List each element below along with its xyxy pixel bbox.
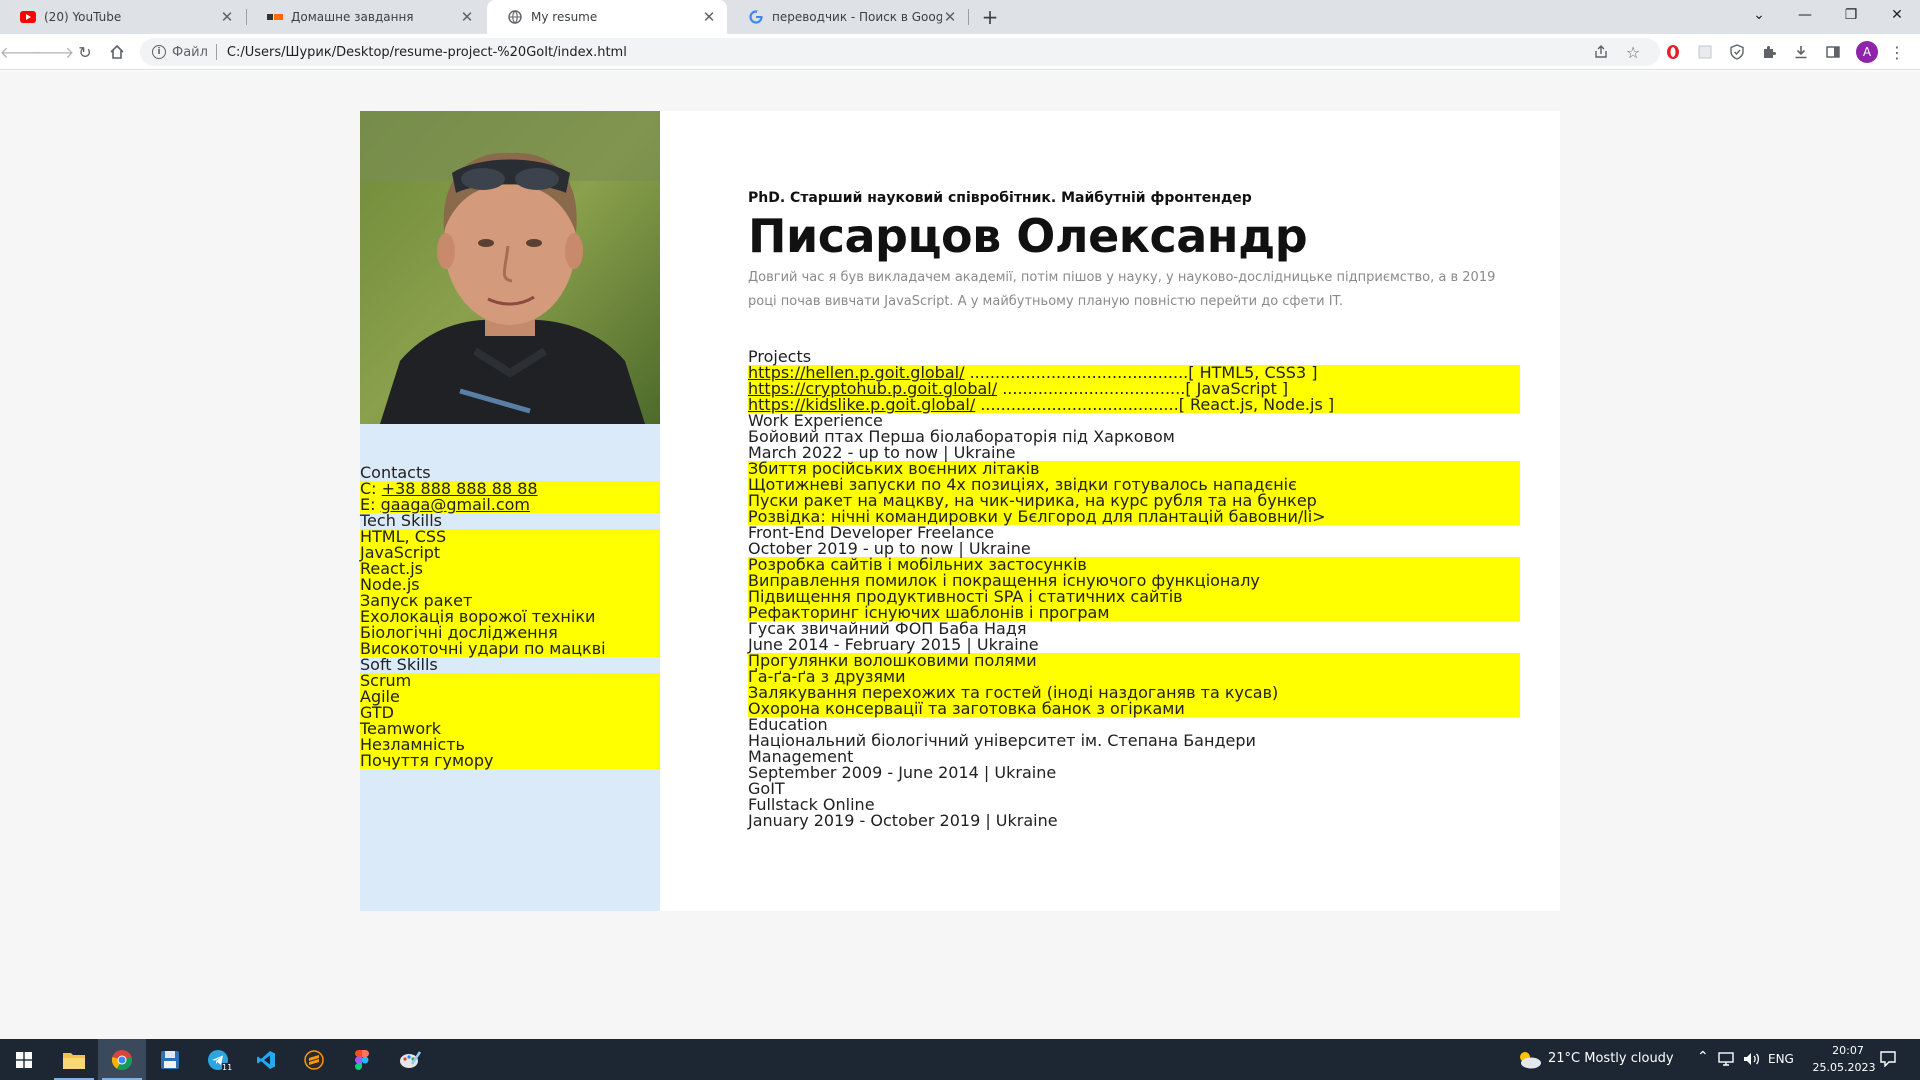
sublime-text-icon[interactable]	[290, 1039, 338, 1080]
close-icon[interactable]: ✕	[219, 9, 235, 25]
bookmark-star-icon[interactable]: ☆	[1621, 40, 1645, 64]
projects-list: https://hellen.p.goit.global/ ..........…	[748, 365, 1520, 413]
tab-youtube[interactable]: (20) YouTube ✕	[0, 0, 245, 34]
job-duties: Прогулянки волошковими полями Ґа-ґа-ґа з…	[748, 653, 1520, 717]
tab-title: (20) YouTube	[44, 10, 122, 24]
chrome-icon[interactable]	[98, 1039, 146, 1080]
education-period: January 2019 - October 2019 | Ukraine	[748, 811, 1058, 830]
new-tab-button[interactable]: +	[978, 5, 1002, 29]
page-viewport: Contacts C: +38 888 888 88 88 E: gaaga@g…	[0, 71, 1920, 1039]
tab-search-icon[interactable]: ⌄	[1736, 0, 1782, 30]
close-icon[interactable]: ✕	[701, 9, 717, 25]
tab-title: переводчик - Поиск в Google	[772, 10, 942, 24]
contacts-list: C: +38 888 888 88 88 E: gaaga@gmail.com	[360, 481, 660, 513]
file-scheme-label: Файл	[172, 44, 208, 60]
weather-text[interactable]: 21°C Mostly cloudy	[1548, 1051, 1674, 1066]
shield-icon[interactable]	[1725, 40, 1749, 64]
windows-start-icon[interactable]	[0, 1039, 48, 1080]
url-text[interactable]: C:/Users/Шурик/Desktop/resume-project-%2…	[227, 45, 627, 60]
job-duties: Збиття російських воєнних літаків Щотижн…	[748, 461, 1520, 525]
tab-title: My resume	[531, 10, 598, 24]
project-tech: [ React.js, Node.js ]	[1178, 395, 1335, 414]
extension-placeholder-icon[interactable]	[1693, 40, 1717, 64]
info-icon[interactable]: i	[152, 45, 166, 59]
person-name: Писарцов Олександр	[748, 209, 1308, 263]
clock-date[interactable]: 25.05.2023	[1804, 1061, 1884, 1074]
restore-button[interactable]: ❐	[1828, 0, 1874, 30]
soft-skill-item: Почуття гумору	[360, 751, 494, 770]
close-icon[interactable]: ✕	[942, 9, 958, 25]
browser-menu-icon[interactable]: ⋮	[1885, 40, 1909, 64]
address-bar[interactable]: i Файл C:/Users/Шурик/Desktop/resume-pro…	[140, 38, 1660, 66]
soft-skills-list: Scrum Agile GTD Teamwork Незламність Поч…	[360, 673, 660, 769]
tab-divider	[968, 9, 969, 25]
profile-avatar[interactable]: A	[1856, 41, 1878, 63]
forward-icon[interactable]: 🡒	[32, 40, 75, 64]
windows-taskbar: 11 21°C Mostly cloudy ⌃ ENG 20:07 25.05.…	[0, 1039, 1920, 1080]
education-period: September 2009 - June 2014 | Ukraine	[748, 763, 1057, 782]
tab-homework[interactable]: Домашне завдання ✕	[247, 0, 485, 34]
education-school: Національний біологічний університет ім.…	[748, 731, 1256, 750]
vscode-icon[interactable]	[242, 1039, 290, 1080]
tab-title: Домашне завдання	[291, 10, 414, 24]
close-icon[interactable]: ✕	[459, 9, 475, 25]
extensions-puzzle-icon[interactable]	[1757, 40, 1781, 64]
soft-skill-item: Agile	[360, 687, 400, 706]
google-icon	[748, 9, 764, 25]
save-disk-app-icon[interactable]	[146, 1039, 194, 1080]
opera-extension-icon[interactable]	[1661, 40, 1685, 64]
browser-tab-strip: (20) YouTube ✕ Домашне завдання ✕ My res…	[0, 0, 1920, 34]
chevron-up-icon[interactable]: ⌃	[1697, 1049, 1709, 1065]
duty-item: Охорона консервації та заготовка банок з…	[748, 699, 1185, 718]
clock-time[interactable]: 20:07	[1818, 1044, 1878, 1057]
project-dots: .......................................	[975, 395, 1179, 414]
job-duties: Розробка сайтів і мобільних застосунків …	[748, 557, 1520, 621]
back-icon[interactable]: 🡐	[0, 40, 42, 64]
volume-icon[interactable]	[1742, 1051, 1760, 1071]
goit-icon	[267, 9, 283, 25]
resume-sidebar: Contacts C: +38 888 888 88 88 E: gaaga@g…	[360, 111, 660, 911]
soft-skill-item: Scrum	[360, 671, 412, 690]
profile-photo	[360, 111, 660, 424]
browser-toolbar: 🡐 🡒 ↻ i Файл C:/Users/Шурик/Desktop/resu…	[0, 34, 1920, 70]
close-window-button[interactable]: ✕	[1874, 0, 1920, 30]
about-text: Довгий час я був викладачем академії, по…	[748, 270, 1496, 309]
weather-icon[interactable]	[1516, 1049, 1542, 1073]
globe-icon	[507, 9, 523, 25]
download-icon[interactable]	[1789, 40, 1813, 64]
notifications-icon[interactable]	[1880, 1051, 1896, 1071]
reload-icon[interactable]: ↻	[73, 40, 97, 64]
tab-google-translate[interactable]: переводчик - Поиск в Google ✕	[728, 0, 968, 34]
paint-app-icon[interactable]	[386, 1039, 434, 1080]
main-content: Projects https://hellen.p.goit.global/ .…	[748, 349, 1520, 829]
network-icon[interactable]	[1718, 1051, 1734, 1071]
resume-card: Contacts C: +38 888 888 88 88 E: gaaga@g…	[360, 111, 1560, 911]
sidebar-content: Contacts C: +38 888 888 88 88 E: gaaga@g…	[360, 465, 660, 769]
tab-my-resume[interactable]: My resume ✕	[487, 0, 727, 34]
share-icon[interactable]	[1589, 40, 1613, 64]
file-explorer-icon[interactable]	[50, 1039, 98, 1080]
address-divider	[215, 44, 217, 60]
side-panel-icon[interactable]	[1821, 40, 1845, 64]
telegram-icon[interactable]: 11	[194, 1039, 242, 1080]
telegram-badge: 11	[222, 1063, 233, 1072]
minimize-button[interactable]: —	[1782, 0, 1828, 30]
home-icon[interactable]	[105, 40, 129, 64]
job-subtitle: PhD. Старший науковий співробітник. Майб…	[748, 190, 1252, 206]
language-indicator[interactable]: ENG	[1768, 1052, 1794, 1066]
tech-skills-list: HTML, CSS JavaScript React.js Node.js За…	[360, 529, 660, 657]
youtube-icon	[20, 9, 36, 25]
figma-icon[interactable]	[338, 1039, 386, 1080]
